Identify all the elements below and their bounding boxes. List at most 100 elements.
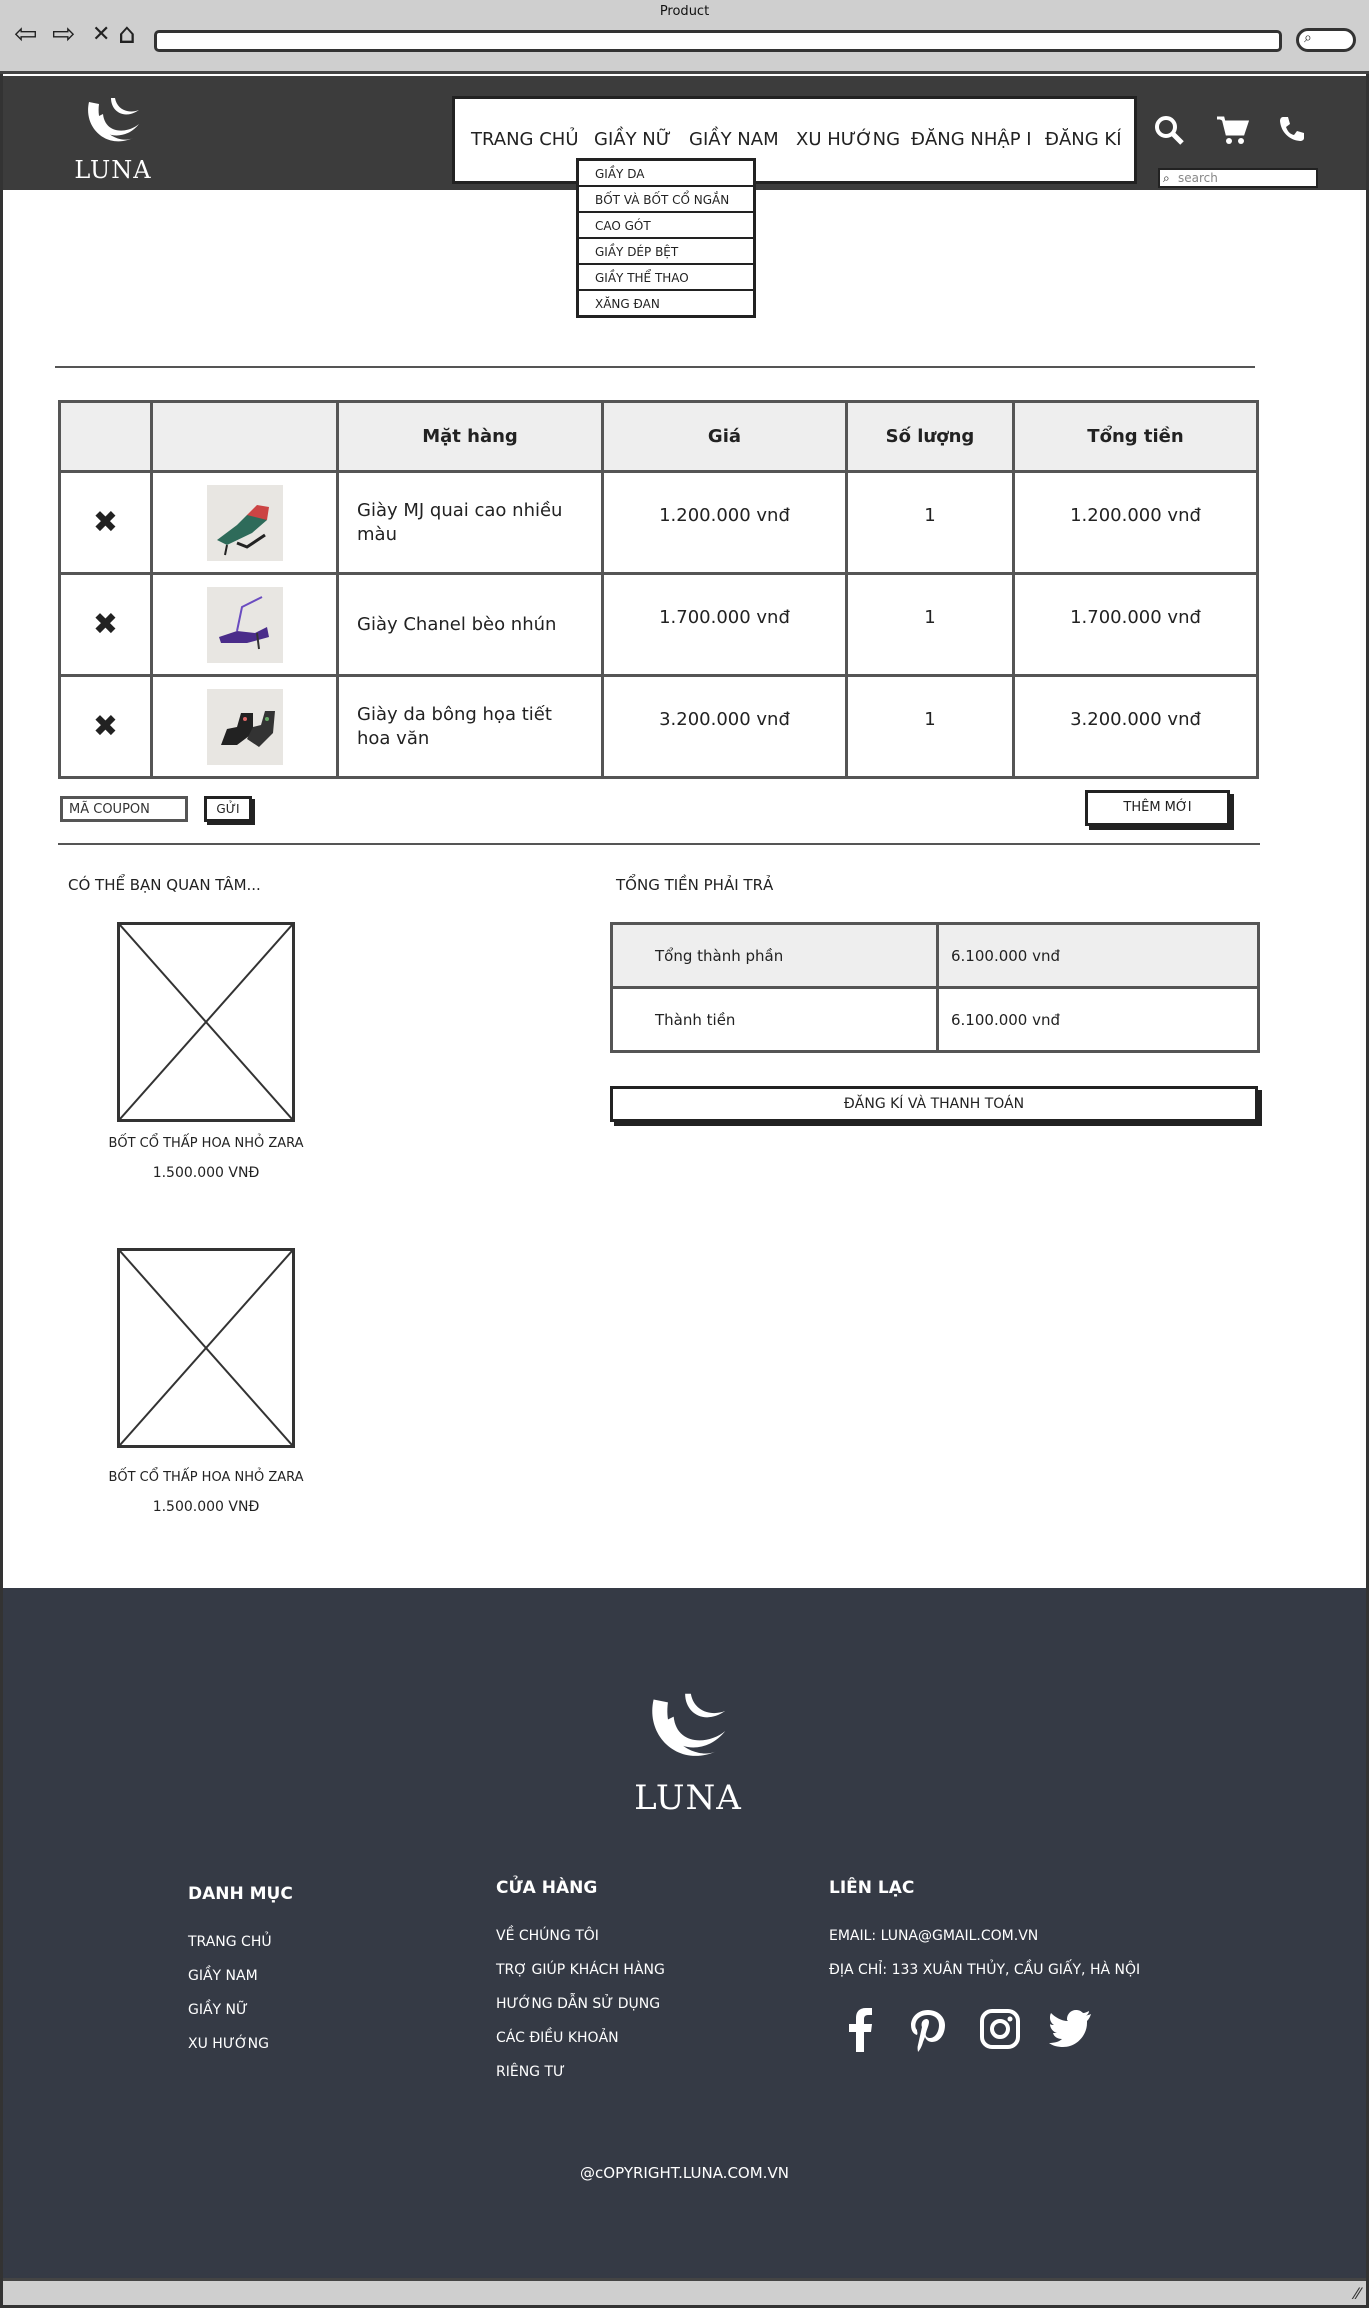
table-row: ✖ Giày Chanel bèo nhún 1.700.000 vnđ 1 1…: [58, 572, 1259, 677]
product-thumbnail[interactable]: [206, 484, 283, 561]
checkout-button[interactable]: ĐĂNG KÍ VÀ THANH TOÁN: [610, 1086, 1258, 1122]
dropdown-item[interactable]: GIẦY DÉP BỆT: [579, 239, 753, 265]
product-qty[interactable]: 1: [844, 674, 1016, 779]
dropdown-item[interactable]: GIẦY DA: [579, 161, 753, 187]
product-qty[interactable]: 1: [844, 470, 1016, 575]
menu-item-women-shoes[interactable]: GIẦY NỮ: [594, 129, 671, 150]
women-shoes-dropdown: GIẦY DA BỐT VÀ BỐT CỔ NGẮN CAO GÓT GIẦY …: [576, 158, 756, 318]
totals-label: Tổng thành phần: [610, 922, 939, 989]
product-name[interactable]: Giày MJ quai cao nhiều màu: [336, 470, 604, 575]
product-image-placeholder[interactable]: [117, 922, 295, 1122]
product-thumbnail[interactable]: [206, 688, 283, 765]
divider: [58, 843, 1260, 845]
menu-item-register[interactable]: ĐĂNG KÍ: [1045, 129, 1122, 150]
suggestion-name[interactable]: BỐT CỔ THẤP HOA NHỎ ZARA: [76, 1136, 336, 1151]
footer-link[interactable]: GIẦY NỮ: [188, 2002, 248, 2018]
dropdown-item[interactable]: CAO GÓT: [579, 213, 753, 239]
suggestion-price: 1.500.000 VNĐ: [152, 1499, 260, 1515]
totals-label: Thành tiền: [610, 986, 939, 1053]
browser-status-bar: ⁄⁄: [3, 2278, 1366, 2305]
product-name[interactable]: Giày da bông họa tiết hoa văn: [336, 674, 604, 779]
footer-link[interactable]: TRANG CHỦ: [188, 1934, 272, 1950]
remove-icon[interactable]: ✖: [58, 572, 153, 677]
table-header-row: Mặt hàng Giá Số lượng Tổng tiền: [58, 400, 1259, 473]
footer-logo[interactable]: LUNA: [623, 1688, 753, 1818]
footer-col2-title: CỬA HÀNG: [496, 1878, 598, 1898]
product-total: 1.200.000 vnđ: [1012, 470, 1259, 575]
menu-item-home[interactable]: TRANG CHỦ: [471, 129, 579, 150]
search-icon[interactable]: [1153, 114, 1185, 152]
header-search-input[interactable]: ⌕ search: [1158, 168, 1318, 188]
footer-link[interactable]: RIÊNG TƯ: [496, 2064, 565, 2080]
col-item: Mặt hàng: [336, 400, 604, 473]
dropdown-item[interactable]: GIẦY THỂ THAO: [579, 265, 753, 291]
remove-icon[interactable]: ✖: [58, 470, 153, 575]
main-menu: TRANG CHỦ GIẦY NỮ GIẦY NAM XU HƯỚNG ĐĂNG…: [452, 96, 1137, 184]
search-icon: ⌕: [1304, 30, 1312, 46]
window-title: Product: [659, 4, 710, 19]
close-icon[interactable]: ✕: [92, 24, 110, 46]
product-price: 1.700.000 vnđ: [601, 572, 848, 677]
dropdown-item[interactable]: BỐT VÀ BỐT CỔ NGẮN: [579, 187, 753, 213]
product-image-placeholder[interactable]: [117, 1248, 295, 1448]
table-row: ✖ Giày da bông họa tiết hoa văn 3.200.00…: [58, 674, 1259, 779]
product-price: 1.200.000 vnđ: [601, 470, 848, 575]
moon-logo-icon: [88, 98, 139, 142]
footer-col3-title: LIÊN LẠC: [829, 1878, 915, 1898]
coupon-input[interactable]: MÃ COUPON: [60, 796, 188, 822]
menu-item-trends[interactable]: XU HƯỚNG: [796, 129, 900, 150]
browser-chrome: Product ⇦ ⇨ ✕ ⌂ ⌕: [0, 0, 1369, 74]
browser-search[interactable]: ⌕: [1296, 28, 1356, 52]
pinterest-icon[interactable]: [907, 2008, 949, 2056]
footer-link[interactable]: GIẦY NAM: [188, 1968, 258, 1984]
footer-link[interactable]: HƯỚNG DẪN SỬ DỤNG: [496, 1996, 660, 2012]
product-price: 3.200.000 vnđ: [601, 674, 848, 779]
col-price: Giá: [601, 400, 848, 473]
product-total: 3.200.000 vnđ: [1012, 674, 1259, 779]
cart-table: Mặt hàng Giá Số lượng Tổng tiền ✖ Giày M…: [58, 400, 1259, 779]
totals-title: TỔNG TIỀN PHẢI TRẢ: [616, 876, 774, 894]
remove-icon[interactable]: ✖: [58, 674, 153, 779]
forward-icon[interactable]: ⇨: [52, 20, 75, 48]
footer-col1-title: DANH MỤC: [188, 1884, 293, 1904]
send-coupon-button[interactable]: GỬI: [204, 796, 252, 822]
back-icon[interactable]: ⇦: [14, 20, 37, 48]
col-qty: Số lượng: [844, 400, 1016, 473]
suggestions-title: CÓ THỂ BẠN QUAN TÂM...: [68, 876, 261, 894]
menu-item-men-shoes[interactable]: GIẦY NAM: [689, 129, 779, 150]
dropdown-item[interactable]: XĂNG ĐAN: [579, 291, 753, 317]
suggestion-price: 1.500.000 VNĐ: [152, 1165, 260, 1181]
twitter-icon[interactable]: [1049, 2008, 1093, 2052]
footer-email[interactable]: EMAIL: LUNA@GMAIL.COM.VN: [829, 1928, 1038, 1944]
menu-item-login[interactable]: ĐĂNG NHẬP I: [911, 129, 1032, 150]
totals-row: Tổng thành phần 6.100.000 vnđ: [610, 922, 1260, 989]
moon-logo-icon: [652, 1693, 726, 1756]
copyright: @cOPYRIGHT.LUNA.COM.VN: [580, 2164, 789, 2182]
product-qty[interactable]: 1: [844, 572, 1016, 677]
totals-table: Tổng thành phần 6.100.000 vnđ Thành tiền…: [610, 922, 1260, 1053]
footer-logo-text: LUNA: [634, 1778, 742, 1818]
footer-link[interactable]: TRỢ GIÚP KHÁCH HÀNG: [496, 1962, 665, 1978]
home-icon[interactable]: ⌂: [118, 20, 136, 48]
search-icon: ⌕: [1163, 171, 1170, 185]
totals-value: 6.100.000 vnđ: [936, 922, 1260, 989]
divider: [55, 366, 1255, 368]
suggestion-name[interactable]: BỐT CỔ THẤP HOA NHỎ ZARA: [76, 1470, 336, 1485]
footer-link[interactable]: XU HƯỚNG: [188, 2036, 269, 2052]
product-thumbnail[interactable]: [206, 586, 283, 663]
resize-handle-icon[interactable]: ⁄⁄: [1355, 2284, 1360, 2303]
col-remove: [58, 400, 153, 473]
footer-link[interactable]: CÁC ĐIỀU KHOẢN: [496, 2030, 619, 2046]
facebook-icon[interactable]: [845, 2008, 875, 2056]
totals-row: Thành tiền 6.100.000 vnđ: [610, 986, 1260, 1053]
logo-text: LUNA: [74, 156, 152, 184]
add-new-button[interactable]: THÊM MỚI: [1085, 790, 1230, 826]
footer-address: ĐỊA CHỈ: 133 XUÂN THỦY, CẦU GIẤY, HÀ NỘI: [829, 1962, 1141, 1978]
instagram-icon[interactable]: [979, 2008, 1021, 2054]
phone-icon[interactable]: [1277, 114, 1307, 150]
logo[interactable]: LUNA: [63, 94, 163, 184]
footer-link[interactable]: VỀ CHÚNG TÔI: [496, 1928, 599, 1944]
cart-icon[interactable]: [1215, 114, 1250, 152]
address-bar[interactable]: [154, 30, 1282, 52]
product-name[interactable]: Giày Chanel bèo nhún: [336, 572, 604, 677]
